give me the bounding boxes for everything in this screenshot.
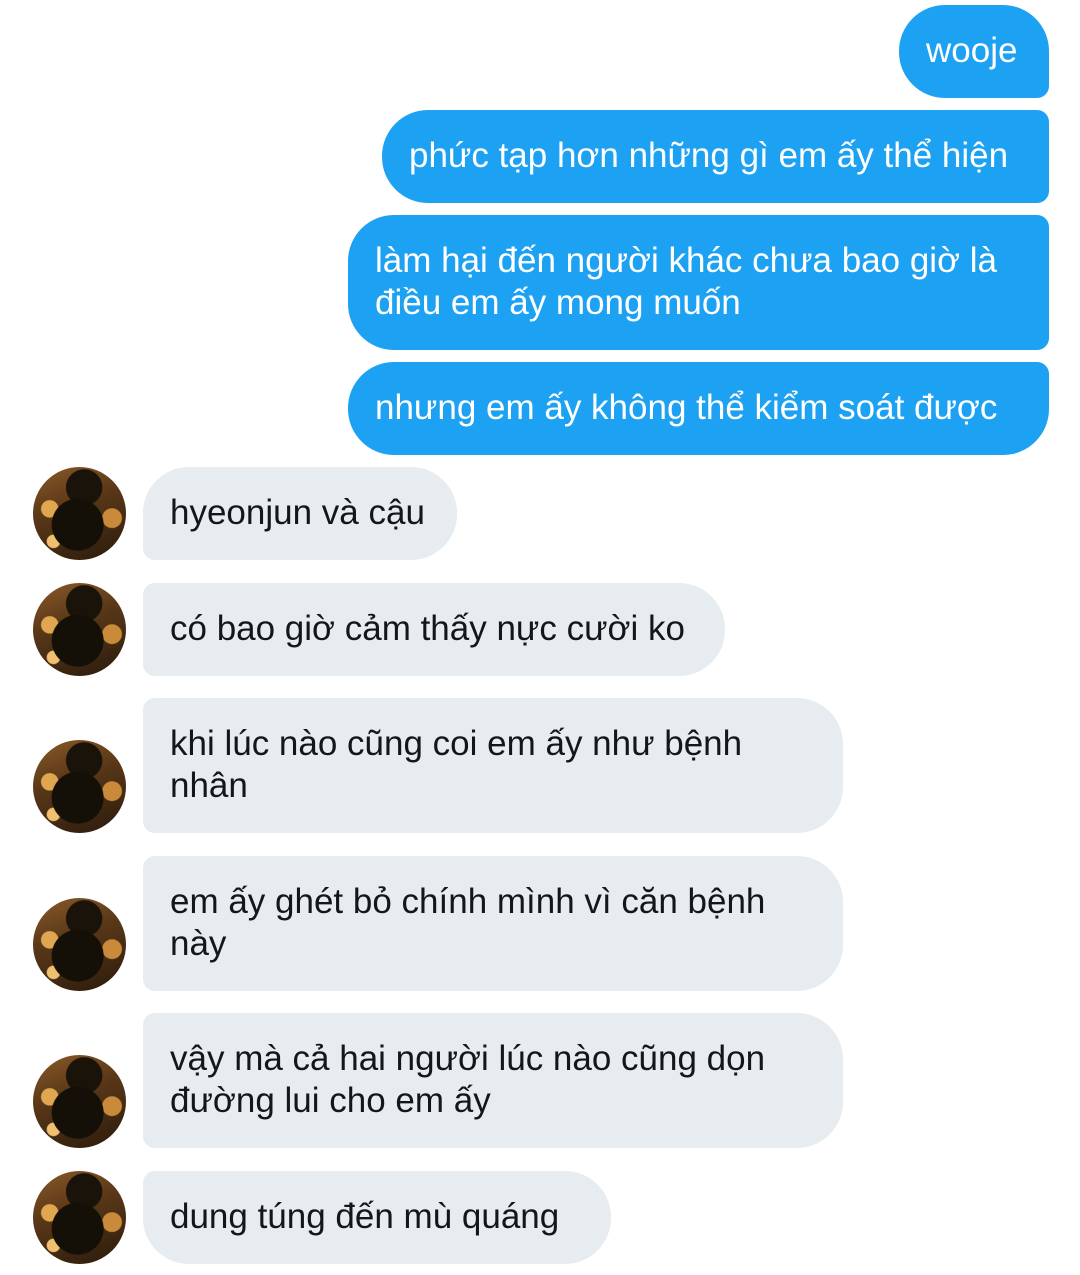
sent-message[interactable]: wooje: [899, 5, 1049, 98]
message-text-line: đường lui cho em ấy: [170, 1081, 491, 1120]
contact-avatar[interactable]: [33, 583, 126, 676]
message-text-line: làm hại đến người khác chưa bao giờ là: [375, 241, 998, 280]
sent-message[interactable]: nhưng em ấy không thể kiểm soát được: [348, 362, 1049, 455]
received-message[interactable]: có bao giờ cảm thấy nực cười ko: [143, 583, 725, 676]
received-message[interactable]: em ấy ghét bỏ chính mình vì căn bệnh này: [143, 856, 843, 991]
sent-message[interactable]: phức tạp hơn những gì em ấy thể hiện: [382, 110, 1049, 203]
received-message[interactable]: dung túng đến mù quáng: [143, 1171, 611, 1264]
message-text: có bao giờ cảm thấy nực cười ko: [170, 609, 685, 648]
contact-avatar[interactable]: [33, 1055, 126, 1148]
message-text: hyeonjun và cậu: [170, 493, 425, 532]
contact-avatar[interactable]: [33, 898, 126, 991]
sent-message[interactable]: làm hại đến người khác chưa bao giờ là đ…: [348, 215, 1049, 350]
contact-avatar[interactable]: [33, 1171, 126, 1264]
message-text-line: vậy mà cả hai người lúc nào cũng dọn: [170, 1039, 766, 1078]
message-text-line: này: [170, 924, 227, 963]
message-text-line: điều em ấy mong muốn: [375, 283, 741, 322]
contact-avatar[interactable]: [33, 467, 126, 560]
message-text: nhưng em ấy không thể kiểm soát được: [375, 388, 998, 427]
message-text: phức tạp hơn những gì em ấy thể hiện: [409, 136, 1009, 175]
contact-avatar[interactable]: [33, 740, 126, 833]
message-text: dung túng đến mù quáng: [170, 1197, 560, 1236]
message-text: wooje: [926, 31, 1018, 70]
received-message[interactable]: khi lúc nào cũng coi em ấy như bệnh nhân: [143, 698, 843, 833]
message-text-line: em ấy ghét bỏ chính mình vì căn bệnh: [170, 882, 766, 921]
message-text-line: khi lúc nào cũng coi em ấy như bệnh: [170, 724, 743, 763]
received-message[interactable]: vậy mà cả hai người lúc nào cũng dọn đườ…: [143, 1013, 843, 1148]
received-message[interactable]: hyeonjun và cậu: [143, 467, 457, 560]
message-text-line: nhân: [170, 766, 248, 805]
